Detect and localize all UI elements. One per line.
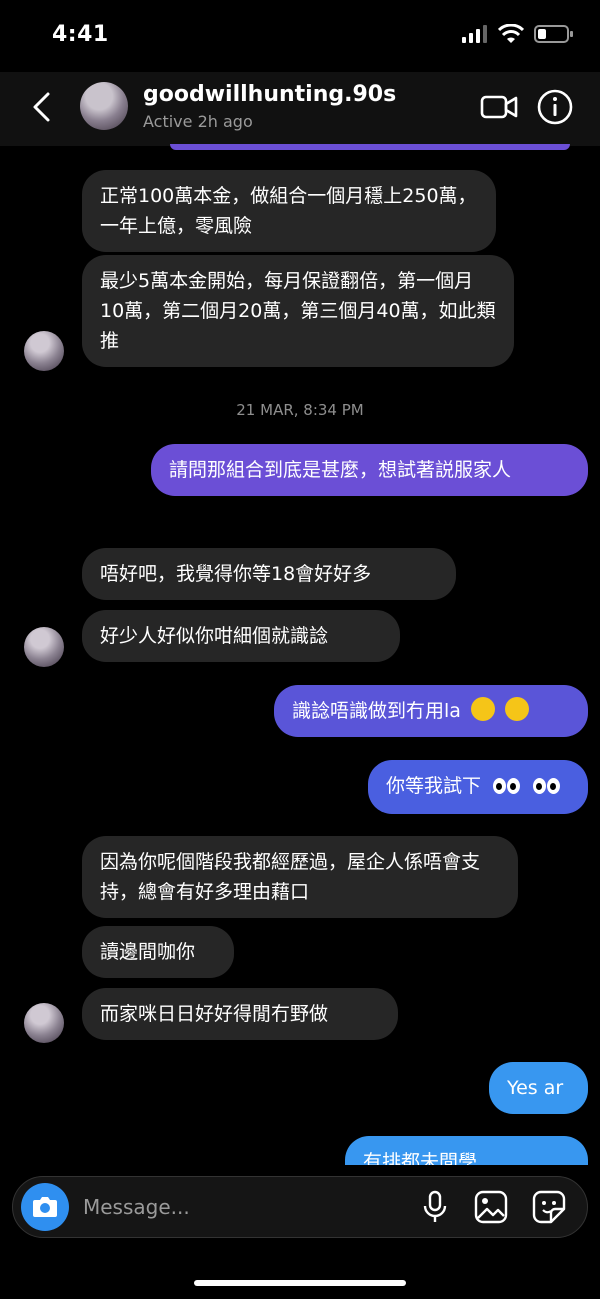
message-incoming[interactable]: 因為你呢個階段我都經歷過，屋企人係唔會支持，總會有好多理由藉口 — [82, 836, 518, 918]
message-text: 因為你呢個階段我都經歷過，屋企人係唔會支持，總會有好多理由藉口 — [100, 851, 481, 903]
avatar[interactable] — [24, 331, 64, 371]
message-text: 而家咪日日好好得閒冇野做 — [100, 1003, 329, 1025]
chat-username[interactable]: goodwillhunting.90s — [143, 82, 396, 107]
message-incoming[interactable]: 唔好吧，我覺得你等18會好好多 — [82, 548, 456, 600]
video-call-icon[interactable] — [480, 92, 518, 122]
battery-icon — [534, 25, 573, 43]
info-icon[interactable] — [536, 88, 574, 126]
eyes-emoji-icon — [493, 773, 521, 803]
camera-icon — [33, 1197, 57, 1217]
back-chevron-icon[interactable] — [28, 90, 56, 124]
message-text: 有排都未間學 — [363, 1151, 478, 1165]
message-text: 讀邊間咖你 — [100, 941, 196, 963]
active-status: Active 2h ago — [143, 112, 253, 131]
message-text: 唔好吧，我覺得你等18會好好多 — [100, 563, 372, 585]
message-outgoing[interactable]: 你等我試下 — [368, 760, 588, 814]
gallery-icon[interactable] — [473, 1189, 509, 1225]
signal-icon — [462, 25, 487, 43]
status-bar: 4:41 — [0, 0, 600, 72]
message-text: 請問那組合到底是甚麼，想試著説服家人 — [169, 459, 512, 481]
message-text: 最少5萬本金開始，每月保證翻倍，第一個月10萬，第二個月20萬，第三個月40萬，… — [100, 270, 496, 352]
avatar[interactable] — [80, 82, 128, 130]
status-time: 4:41 — [52, 22, 109, 47]
message-text: 正常100萬本金，做組合一個月穩上250萬，一年上億，零風險 — [100, 185, 477, 237]
message-outgoing[interactable]: 請問那組合到底是甚麼，想試著説服家人 — [151, 444, 588, 496]
message-outgoing[interactable]: Yes ar — [489, 1062, 588, 1114]
message-text: Yes ar — [507, 1077, 564, 1099]
message-text: 識諗唔識做到冇用la — [292, 700, 461, 722]
message-incoming[interactable]: 最少5萬本金開始，每月保證翻倍，第一個月10萬，第二個月20萬，第三個月40萬，… — [82, 255, 514, 367]
message-incoming[interactable]: 好少人好似你咁細個就識諗 — [82, 610, 400, 662]
message-incoming[interactable]: 正常100萬本金，做組合一個月穩上250萬，一年上億，零風險 — [82, 170, 496, 252]
message-outgoing[interactable]: 識諗唔識做到冇用la — [274, 685, 588, 737]
message-input[interactable]: Message... — [83, 1195, 190, 1219]
wifi-icon — [498, 24, 524, 43]
laughing-emoji-icon — [470, 697, 495, 721]
message-composer: Message... — [12, 1176, 588, 1238]
message-list[interactable]: 正常100萬本金，做組合一個月穩上250萬，一年上億，零風險 最少5萬本金開始，… — [0, 150, 600, 1165]
avatar[interactable] — [24, 1003, 64, 1043]
microphone-icon[interactable] — [417, 1189, 453, 1225]
sticker-icon[interactable] — [531, 1189, 567, 1225]
camera-button[interactable] — [21, 1183, 69, 1231]
timestamp: 21 MAR, 8:34 PM — [236, 401, 364, 419]
eyes-emoji-icon — [533, 773, 561, 803]
message-text: 好少人好似你咁細個就識諗 — [100, 625, 329, 647]
message-incoming[interactable]: 讀邊間咖你 — [82, 926, 234, 978]
message-outgoing[interactable]: 有排都未間學 — [345, 1136, 588, 1165]
message-incoming[interactable]: 而家咪日日好好得閒冇野做 — [82, 988, 398, 1040]
avatar[interactable] — [24, 627, 64, 667]
laughing-emoji-icon — [505, 697, 530, 721]
message-text: 你等我試下 — [386, 775, 482, 797]
home-indicator[interactable] — [194, 1280, 406, 1286]
status-icons — [462, 24, 574, 44]
chat-header: goodwillhunting.90s Active 2h ago — [0, 72, 600, 146]
